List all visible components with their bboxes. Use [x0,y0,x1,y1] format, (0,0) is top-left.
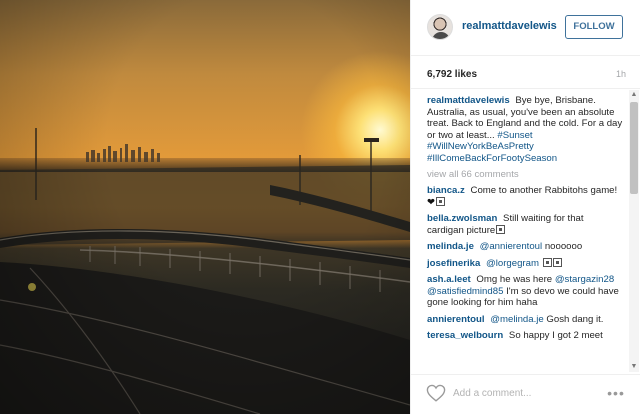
scroll-down-arrow-icon[interactable]: ▼ [629,362,639,372]
comment-author[interactable]: bianca.z [427,185,465,196]
comment-text: So happy I got 2 meet [508,330,603,341]
scroll-up-arrow-icon[interactable]: ▲ [629,90,639,100]
comment-text: Omg he was here [476,274,553,285]
view-all-comments-link[interactable]: view all 66 comments [427,169,623,180]
post-side-panel: realmattdavelewis FOLLOW 6,792 likes 1h … [410,0,640,414]
heart-emoji-icon: ❤ [427,196,436,208]
caption-author[interactable]: realmattdavelewis [427,95,510,106]
heart-outline-icon[interactable] [426,384,446,402]
comment-author[interactable]: josefinerika [427,258,480,269]
post-photo[interactable] [0,0,410,414]
list-item: bella.zwolsman Still waiting for that ca… [427,213,623,236]
add-comment-input[interactable] [453,383,593,403]
more-options-icon[interactable]: ••• [604,383,628,403]
emoji-placeholder-icon [436,196,446,206]
list-item: teresa_welbourn So happy I got 2 meet [427,330,623,342]
comment-author[interactable]: bella.zwolsman [427,213,497,224]
hashtag-link[interactable]: #WillNewYorkBeAsPretty [427,141,534,152]
emoji-placeholder-icon [496,224,506,234]
username-link[interactable]: realmattdavelewis [462,20,557,32]
list-item: ash.a.leet Omg he was here @stargazin28 … [427,274,623,309]
list-item: melinda.je @annierentoul noooooo [427,241,623,253]
comments-list[interactable]: realmattdavelewis Bye bye, Brisbane. Aus… [411,88,640,374]
list-item: annierentoul @melinda.je Gosh dang it. [427,314,623,326]
post-age: 1h [615,69,626,79]
post-header: realmattdavelewis FOLLOW [411,0,640,56]
emoji-placeholder-icon [552,257,562,267]
avatar-shoulders [432,32,450,39]
comments-content: realmattdavelewis Bye bye, Brisbane. Aus… [427,95,623,347]
list-item: bianca.z Come to another Rabbitohs game!… [427,185,623,208]
comment-author[interactable]: melinda.je [427,241,474,252]
avatar[interactable] [427,14,453,40]
comment-author[interactable]: teresa_welbourn [427,330,503,341]
caption: realmattdavelewis Bye bye, Brisbane. Aus… [427,95,623,164]
likes-count[interactable]: 6,792 likes [427,69,477,80]
mention-link[interactable]: @melinda.je [490,314,543,325]
scrollbar-thumb[interactable] [630,102,638,194]
post-footer: ••• [411,374,640,414]
comment-text: Gosh dang it. [546,313,604,325]
comment-author[interactable]: ash.a.leet [427,274,471,285]
comment-text: noooooo [544,241,583,252]
hashtag-link[interactable]: #Sunset [497,130,532,141]
photo-vignette [0,0,410,414]
comment-text: Come to another Rabbitohs game! [470,185,618,196]
follow-button[interactable]: FOLLOW [565,15,623,39]
mention-link[interactable]: @lorgegram [486,258,539,269]
mention-link[interactable]: @annierentoul [480,241,543,252]
list-item: josefinerika @lorgegram [427,257,623,270]
comment-author[interactable]: annierentoul [427,314,485,325]
hashtag-link[interactable]: #IllComeBackForFootySeason [427,153,557,164]
comments-scrollbar[interactable]: ▲ ▼ [629,90,639,372]
emoji-placeholder-icon [542,257,552,267]
